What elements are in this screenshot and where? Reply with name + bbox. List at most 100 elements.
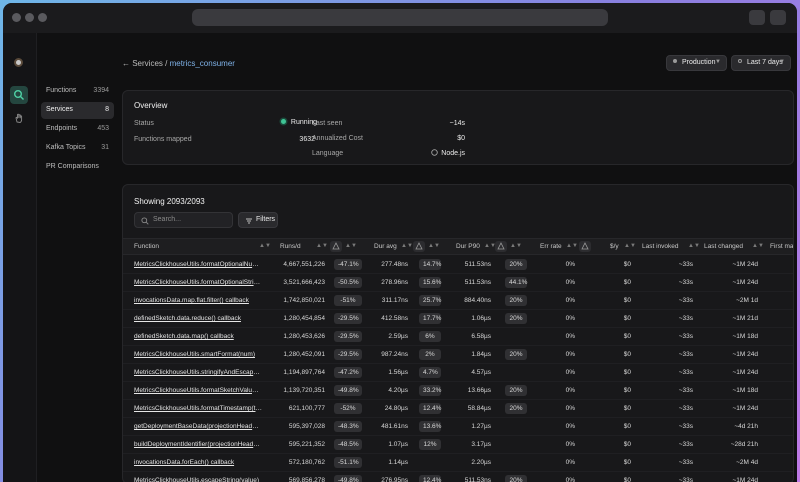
last-invoked-value: ~33s	[678, 369, 693, 376]
col-runs[interactable]: Runs/d	[280, 243, 301, 250]
sort-icon[interactable]: ▲▼	[428, 243, 440, 249]
table-row[interactable]: invocationsData.forEach() callback 572,18…	[123, 454, 793, 472]
dur-p90-value: 511.53ns	[464, 477, 491, 482]
sort-icon[interactable]: ▲▼	[510, 243, 522, 249]
table-row[interactable]: MetricsClickhouseUtils.formatOptionalStr…	[123, 274, 793, 292]
toolbar-button-2[interactable]	[770, 10, 786, 25]
col-last-changed[interactable]: Last changed	[704, 243, 743, 250]
sort-icon[interactable]: ▲▼	[259, 243, 271, 249]
err-rate-value: 0%	[565, 369, 575, 376]
services-rail-button[interactable]	[10, 86, 28, 104]
nav-item-services[interactable]: Services 8	[41, 102, 114, 119]
sort-icon[interactable]: ▲▼	[345, 243, 357, 249]
table-row[interactable]: MetricsClickhouseUtils.formatOptionalNum…	[123, 256, 793, 274]
sort-icon[interactable]: ▲▼	[316, 243, 328, 249]
last-changed-value: ~28d 21h	[730, 441, 758, 448]
table-row[interactable]: MetricsClickhouseUtils.smartFormat(num) 1…	[123, 346, 793, 364]
function-name-link[interactable]: definedSketch.data.reduce() callback	[134, 315, 262, 322]
sort-icon[interactable]: ▲▼	[752, 243, 764, 249]
avatar[interactable]	[14, 58, 23, 67]
dur-avg-value: 1.56µs	[388, 369, 408, 376]
table-row[interactable]: definedSketch.data.reduce() callback 1,28…	[123, 310, 793, 328]
function-name-link[interactable]: MetricsClickhouseUtils.smartFormat(num)	[134, 351, 262, 358]
settings-rail-button[interactable]	[10, 109, 28, 127]
nav-item-endpoints[interactable]: Endpoints 453	[41, 121, 114, 138]
function-name-link[interactable]: MetricsClickhouseUtils.escapeString(valu…	[134, 477, 262, 482]
last-invoked-value: ~33s	[678, 459, 693, 466]
dur-p90-delta-badge: 20%	[505, 295, 527, 306]
sort-icon[interactable]: ▲▼	[688, 243, 700, 249]
filters-button[interactable]: Filters	[238, 212, 278, 228]
nav-count: 8	[105, 106, 109, 113]
err-rate-value: 0%	[565, 297, 575, 304]
col-first[interactable]: First ma	[770, 243, 793, 250]
err-rate-value: 0%	[565, 387, 575, 394]
timerange-select[interactable]: Last 7 days ▼	[731, 55, 791, 71]
window-minimize-dot[interactable]	[25, 13, 34, 22]
col-dur-avg[interactable]: Dur avg	[374, 243, 397, 250]
function-name-link[interactable]: MetricsClickhouseUtils.formatOptionalStr…	[134, 279, 262, 286]
table-row[interactable]: invocationsData.map.flat.filter() callba…	[123, 292, 793, 310]
function-name-link[interactable]: buildDeploymentIdentifier(projectionHead…	[134, 441, 262, 448]
sort-icon[interactable]: ▲▼	[566, 243, 578, 249]
function-name-link[interactable]: getDeploymentBaseData(projectionHeaders)	[134, 423, 262, 430]
function-name-link[interactable]: MetricsClickhouseUtils.formatOptionalNum…	[134, 261, 262, 268]
nav-item-kafka-topics[interactable]: Kafka Topics 31	[41, 140, 114, 157]
icon-rail	[3, 33, 37, 482]
last-seen-label: Last seen	[312, 120, 343, 127]
err-rate-value: 0%	[565, 459, 575, 466]
cost-value: $0	[623, 315, 631, 322]
table-row[interactable]: definedSketch.data.map() callback 1,280,4…	[123, 328, 793, 346]
table-row[interactable]: MetricsClickhouseUtils.formatSketchValue…	[123, 382, 793, 400]
chevron-down-icon: ▼	[779, 59, 785, 65]
delta-runs-toggle[interactable]	[330, 241, 342, 252]
runs-value: 1,742,850,021	[283, 297, 325, 304]
timerange-value: Last 7 days	[747, 59, 783, 66]
col-last-invoked[interactable]: Last invoked	[642, 243, 679, 250]
nav-item-pr-comparisons[interactable]: PR Comparisons	[41, 159, 114, 176]
col-function[interactable]: Function	[134, 243, 159, 250]
table-row[interactable]: buildDeploymentIdentifier(projectionHead…	[123, 436, 793, 454]
nav-label: Functions	[46, 87, 77, 94]
table-row[interactable]: MetricsClickhouseUtils.formatTimestamp(t…	[123, 400, 793, 418]
breadcrumb-back-link[interactable]: ← Services /	[122, 59, 167, 68]
function-name-link[interactable]: MetricsClickhouseUtils.stringifyAndEscap…	[134, 369, 262, 376]
function-name-link[interactable]: invocationsData.map.flat.filter() callba…	[134, 297, 262, 304]
delta-avg-toggle[interactable]	[413, 241, 425, 252]
col-err-rate[interactable]: Err rate	[540, 243, 562, 250]
delta-icon	[581, 242, 589, 250]
function-name-link[interactable]: invocationsData.forEach() callback	[134, 459, 262, 466]
function-name-link[interactable]: MetricsClickhouseUtils.formatTimestamp(t…	[134, 405, 262, 412]
dur-p90-value: 6.58µs	[471, 333, 491, 340]
dur-avg-value: 311.17ns	[381, 297, 408, 304]
function-name-link[interactable]: definedSketch.data.map() callback	[134, 333, 262, 340]
runs-delta-badge: -47.1%	[334, 259, 362, 270]
sort-icon[interactable]: ▲▼	[624, 243, 636, 249]
runs-value: 569,856,278	[288, 477, 325, 482]
environment-select[interactable]: Production ▼	[666, 55, 727, 71]
delta-p90-toggle[interactable]	[495, 241, 507, 252]
col-cost[interactable]: $/y	[610, 243, 619, 250]
function-name-link[interactable]: MetricsClickhouseUtils.formatSketchValue…	[134, 387, 262, 394]
dur-avg-delta-badge: 12%	[419, 439, 441, 450]
address-bar[interactable]	[192, 9, 608, 26]
search-input[interactable]: Search...	[134, 212, 233, 228]
runs-delta-badge: -48.5%	[334, 439, 362, 450]
nav-item-functions[interactable]: Functions 3394	[41, 83, 114, 100]
dur-p90-value: 511.53ns	[464, 279, 491, 286]
col-dur-p90[interactable]: Dur P90	[456, 243, 480, 250]
runs-value: 3,521,666,423	[283, 279, 325, 286]
err-rate-value: 0%	[565, 351, 575, 358]
table-row[interactable]: MetricsClickhouseUtils.escapeString(valu…	[123, 472, 793, 482]
delta-err-toggle[interactable]	[579, 241, 591, 252]
dur-avg-value: 481.61ns	[381, 423, 408, 430]
table-row[interactable]: MetricsClickhouseUtils.stringifyAndEscap…	[123, 364, 793, 382]
sort-icon[interactable]: ▲▼	[401, 243, 413, 249]
window-close-dot[interactable]	[12, 13, 21, 22]
toolbar-button-1[interactable]	[749, 10, 765, 25]
dur-p90-delta-badge: 20%	[505, 385, 527, 396]
last-changed-value: ~1M 18d	[732, 387, 758, 394]
window-maximize-dot[interactable]	[38, 13, 47, 22]
dur-p90-delta-badge: 20%	[505, 349, 527, 360]
table-row[interactable]: getDeploymentBaseData(projectionHeaders)…	[123, 418, 793, 436]
